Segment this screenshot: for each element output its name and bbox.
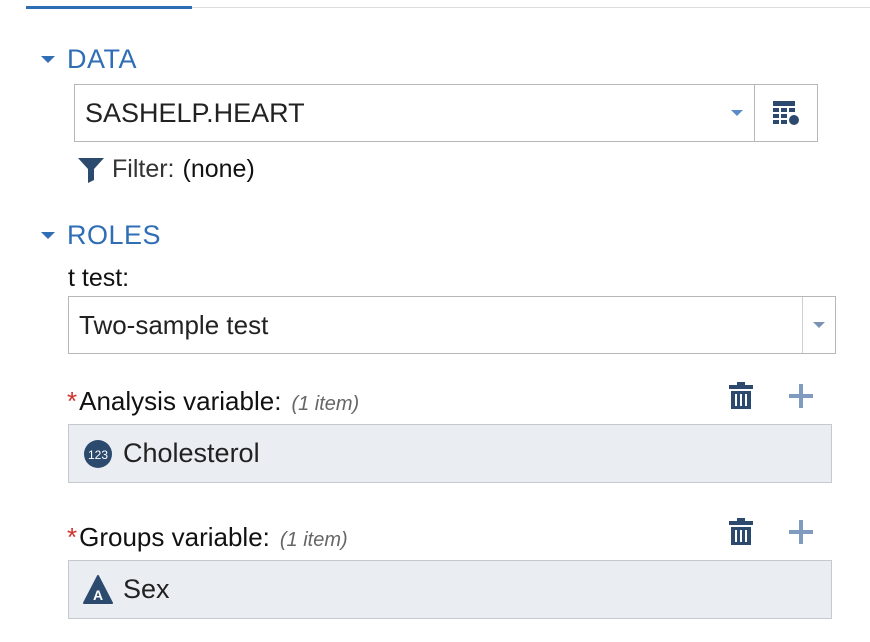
data-section-header[interactable]: DATA bbox=[41, 44, 137, 75]
tab-strip bbox=[0, 0, 870, 9]
select-table-button[interactable] bbox=[754, 84, 818, 142]
dataset-dropdown-button[interactable] bbox=[720, 85, 754, 141]
analysis-variable-label: * Analysis variable: (1 item) bbox=[67, 386, 359, 417]
analysis-item-name: Cholesterol bbox=[123, 438, 260, 468]
list-item[interactable]: 123 Cholesterol bbox=[69, 438, 260, 469]
analysis-variable-list[interactable]: 123 Cholesterol bbox=[68, 424, 832, 483]
groups-variable-list[interactable]: A Sex bbox=[68, 560, 832, 619]
groups-variable-label: * Groups variable: (1 item) bbox=[67, 522, 348, 553]
required-marker: * bbox=[67, 522, 78, 552]
tab-divider bbox=[192, 7, 870, 8]
filter-label: Filter: bbox=[112, 154, 175, 183]
ttest-label: t test: bbox=[68, 264, 130, 292]
filter-value: (none) bbox=[182, 154, 255, 183]
filter-funnel-icon bbox=[78, 158, 104, 183]
groups-delete-button[interactable] bbox=[726, 516, 756, 548]
collapse-caret-icon bbox=[41, 56, 55, 63]
table-browse-icon bbox=[773, 101, 799, 125]
groups-item-name: Sex bbox=[123, 574, 170, 604]
svg-text:123: 123 bbox=[88, 448, 108, 462]
plus-icon bbox=[789, 384, 813, 408]
roles-section-header[interactable]: ROLES bbox=[41, 220, 161, 251]
active-tab-indicator bbox=[26, 6, 192, 9]
collapse-caret-icon bbox=[41, 232, 55, 239]
analysis-delete-button[interactable] bbox=[726, 380, 756, 412]
analysis-variable-name: Analysis variable: bbox=[79, 386, 282, 416]
chevron-down-icon bbox=[731, 110, 743, 116]
dataset-value: SASHELP.HEART bbox=[85, 97, 305, 128]
trash-icon bbox=[729, 518, 753, 545]
plus-icon bbox=[789, 520, 813, 544]
groups-item-count: (1 item) bbox=[279, 529, 348, 551]
analysis-add-button[interactable] bbox=[786, 381, 816, 411]
numeric-123-icon: 123 bbox=[84, 439, 112, 468]
chevron-down-icon bbox=[813, 322, 825, 328]
svg-text:A: A bbox=[93, 587, 103, 603]
roles-section-label: ROLES bbox=[67, 220, 162, 250]
filter-row[interactable]: Filter: (none) bbox=[76, 154, 255, 184]
ttest-select[interactable]: Two-sample test bbox=[68, 296, 836, 354]
ttest-dropdown-button[interactable] bbox=[802, 297, 835, 353]
character-a-icon: A bbox=[83, 574, 113, 604]
groups-add-button[interactable] bbox=[786, 517, 816, 547]
required-marker: * bbox=[67, 386, 78, 416]
data-section-label: DATA bbox=[67, 44, 138, 74]
trash-icon bbox=[729, 382, 753, 409]
ttest-value: Two-sample test bbox=[79, 309, 269, 340]
analysis-item-count: (1 item) bbox=[291, 393, 360, 415]
dataset-combobox[interactable]: SASHELP.HEART bbox=[74, 84, 755, 142]
groups-variable-name: Groups variable: bbox=[79, 522, 270, 552]
list-item[interactable]: A Sex bbox=[69, 574, 170, 605]
